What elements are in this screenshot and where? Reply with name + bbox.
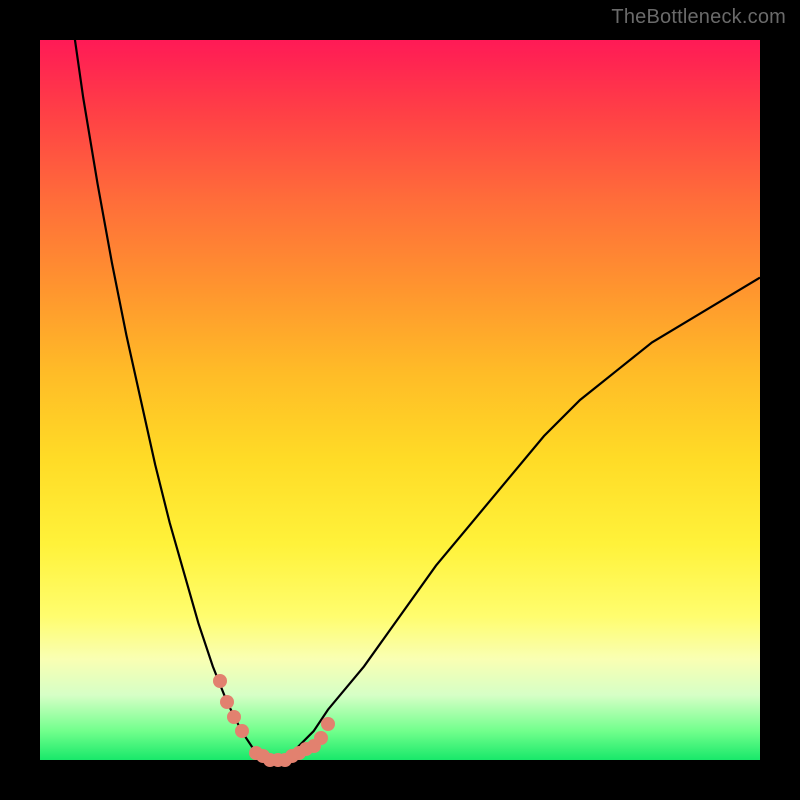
watermark-text: TheBottleneck.com xyxy=(611,6,786,29)
curve-path xyxy=(40,40,760,760)
page-root: TheBottleneck.com xyxy=(0,0,800,800)
chart-stage xyxy=(40,40,760,760)
bead-marker xyxy=(321,717,335,731)
bottleneck-curve xyxy=(40,40,760,760)
bead-marker xyxy=(213,674,227,688)
bead-marker xyxy=(235,724,249,738)
